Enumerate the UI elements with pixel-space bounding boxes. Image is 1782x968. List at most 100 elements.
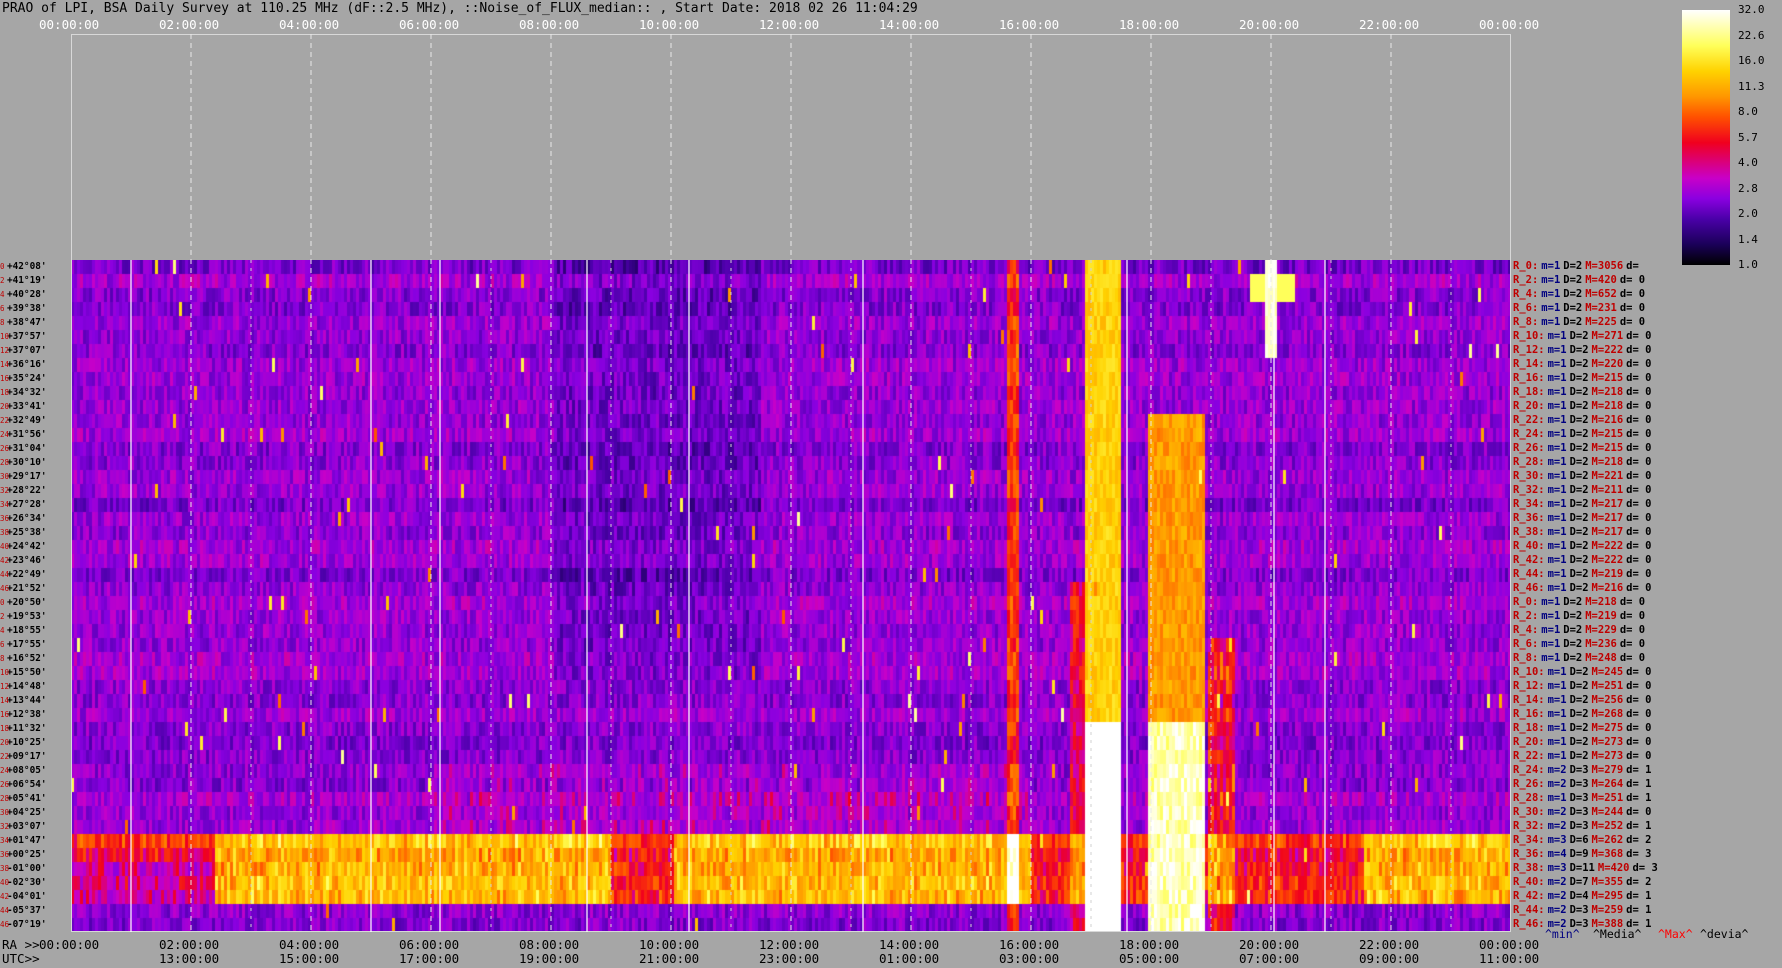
beam-stat-d: d= 0 xyxy=(1626,386,1652,398)
declination-label: +35°24' xyxy=(7,373,47,384)
beam-stat-m: m=1 xyxy=(1547,736,1567,748)
beam-stat-label: R_32: xyxy=(1513,484,1545,496)
beam-stat-m: M=273 xyxy=(1591,750,1624,762)
beam-stat-row: R_26: m=1 D=2 M=215 d= 0 xyxy=(1513,443,1651,454)
beam-index: 2 xyxy=(0,276,5,285)
beam-stat-d: D=7 xyxy=(1569,876,1589,888)
beam-stat-row: R_0: m=1 D=2 M=218 d= 0 xyxy=(1513,597,1645,608)
beam-stat-m: M=215 xyxy=(1591,372,1624,384)
beam-index: 26 xyxy=(0,780,10,789)
utc-axis-tick: 03:00:00 xyxy=(999,951,1060,966)
beam-stat-m: M=216 xyxy=(1591,582,1624,594)
plot-frame xyxy=(71,34,1511,932)
beam-stat-m: M=652 xyxy=(1585,288,1617,300)
beam-stat-m: m=1 xyxy=(1547,442,1567,454)
beam-stat-d: D=2 xyxy=(1569,498,1589,510)
beam-stat-d: D=2 xyxy=(1563,274,1583,286)
beam-stat-d: d= 0 xyxy=(1619,624,1646,636)
declination-label: +01°47' xyxy=(7,835,47,846)
beam-stat-m: m=2 xyxy=(1547,778,1567,790)
declination-label: +31°04' xyxy=(7,443,47,454)
beam-stat-label: R_2: xyxy=(1513,610,1539,622)
beam-stat-d: D=3 xyxy=(1569,806,1589,818)
beam-stat-label: R_40: xyxy=(1513,540,1545,552)
utc-axis-tick: 17:00:00 xyxy=(399,951,460,966)
beam-stat-label: R_4: xyxy=(1513,624,1539,636)
beam-stat-m: M=217 xyxy=(1591,498,1624,510)
beam-stat-d: D=3 xyxy=(1569,820,1589,832)
beam-stat-row: R_20: m=1 D=2 M=218 d= 0 xyxy=(1513,401,1651,412)
beam-stat-row: R_8: m=1 D=2 M=225 d= 0 xyxy=(1513,317,1645,328)
beam-stat-d: D=2 xyxy=(1569,470,1589,482)
beam-stat-m: M=368 xyxy=(1591,848,1624,860)
declination-label: +08°05' xyxy=(7,765,47,776)
beam-stat-d: D=2 xyxy=(1563,302,1583,314)
declination-label: +23°46' xyxy=(7,555,47,566)
beam-stat-m: M=217 xyxy=(1591,512,1624,524)
beam-stat-m: m=3 xyxy=(1547,862,1567,874)
beam-stat-label: R_24: xyxy=(1513,764,1545,776)
colorbar-tick: 4.0 xyxy=(1738,156,1758,169)
beam-stat-m: m=1 xyxy=(1541,288,1561,300)
beam-stat-row: R_32: m=2 D=3 M=252 d= 1 xyxy=(1513,821,1651,832)
declination-label: +37°57' xyxy=(7,331,47,342)
beam-stat-m: m=1 xyxy=(1541,638,1561,650)
beam-stat-label: R_38: xyxy=(1513,862,1545,874)
beam-stat-row: R_2: m=1 D=2 M=420 d= 0 xyxy=(1513,275,1645,286)
beam-stat-d: d= 0 xyxy=(1626,456,1652,468)
beam-index: 14 xyxy=(0,360,10,369)
declination-label: +06°54' xyxy=(7,779,47,790)
declination-label: +29°17' xyxy=(7,471,47,482)
colorbar-tick: 22.6 xyxy=(1738,28,1765,42)
beam-stat-m: m=1 xyxy=(1547,386,1567,398)
beam-stat-d: d= 0 xyxy=(1626,512,1652,524)
beam-index: 16 xyxy=(0,374,10,383)
beam-stat-label: R_12: xyxy=(1513,344,1545,356)
ra-axis-label: RA >> xyxy=(2,937,40,952)
beam-stat-d: D=2 xyxy=(1569,708,1589,720)
declination-label: +18°55' xyxy=(7,625,47,636)
beam-stat-d: D=2 xyxy=(1563,288,1583,300)
beam-stat-row: R_38: m=1 D=2 M=217 d= 0 xyxy=(1513,527,1651,538)
beam-stat-label: R_4: xyxy=(1513,288,1539,300)
beam-stat-d: D=3 xyxy=(1569,792,1589,804)
beam-stat-m: M=229 xyxy=(1585,624,1617,636)
beam-stat-d: D=2 xyxy=(1563,652,1583,664)
utc-axis-tick: 23:00:00 xyxy=(759,951,820,966)
beam-stat-d: d= 0 xyxy=(1626,428,1652,440)
beam-stat-row: R_32: m=1 D=2 M=211 d= 0 xyxy=(1513,485,1651,496)
beam-index: 14 xyxy=(0,696,10,705)
declination-label: +42°08' xyxy=(7,261,47,272)
beam-stat-label: R_16: xyxy=(1513,708,1545,720)
colorbar-tick: 11.3 xyxy=(1738,79,1765,93)
ra-axis-tick: 22:00:00 xyxy=(1359,937,1420,952)
beam-stat-row: R_40: m=2 D=7 M=355 d= 2 xyxy=(1513,877,1651,888)
beam-stat-m: m=1 xyxy=(1547,372,1567,384)
beam-stat-m: M=245 xyxy=(1591,666,1624,678)
beam-stat-m: M=279 xyxy=(1591,764,1624,776)
beam-stat-row: R_16: m=1 D=2 M=268 d= 0 xyxy=(1513,709,1651,720)
beam-stat-label: R_2: xyxy=(1513,274,1539,286)
beam-stat-d: D=2 xyxy=(1569,358,1589,370)
beam-stat-m: m=2 xyxy=(1547,890,1567,902)
beam-stat-m: M=244 xyxy=(1591,806,1624,818)
declination-label: -01°00' xyxy=(7,863,47,874)
beam-stat-d: d= 0 xyxy=(1626,806,1652,818)
beam-index: 24 xyxy=(0,430,10,439)
colorbar-tick: 2.8 xyxy=(1738,181,1758,195)
beam-stat-m: M=252 xyxy=(1591,820,1624,832)
top-axis-tick: 10:00:00 xyxy=(639,17,700,32)
beam-stat-label: R_20: xyxy=(1513,736,1545,748)
beam-stat-row: R_40: m=1 D=2 M=222 d= 0 xyxy=(1513,541,1651,552)
beam-stat-row: R_46: m=1 D=2 M=216 d= 0 xyxy=(1513,583,1651,594)
declination-label: +33°41' xyxy=(7,401,47,412)
top-axis-tick: 18:00:00 xyxy=(1119,17,1180,32)
declination-label: +15°50' xyxy=(7,667,47,678)
beam-stat-m: m=1 xyxy=(1547,666,1567,678)
beam-stat-d: D=2 xyxy=(1563,638,1583,650)
beam-index: 4 xyxy=(0,290,5,299)
beam-stat-d: D=4 xyxy=(1569,890,1589,902)
beam-stat-row: R_12: m=1 D=2 M=222 d= 0 xyxy=(1513,345,1651,356)
beam-stat-row: R_6: m=1 D=2 M=236 d= 0 xyxy=(1513,639,1645,650)
beam-index: 24 xyxy=(0,766,10,775)
